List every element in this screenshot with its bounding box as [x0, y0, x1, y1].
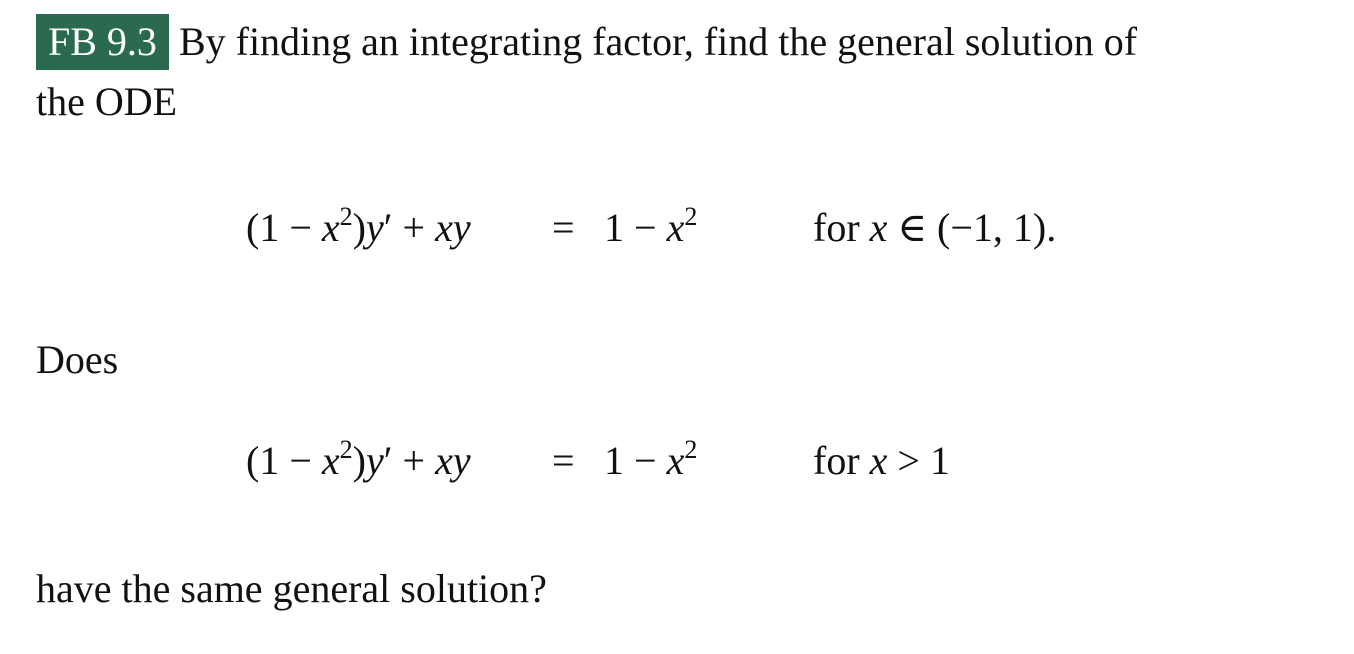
equation-1-lhs: (1 − x2)y′ + xy	[246, 202, 471, 251]
equation-2: (1 − x2)y′ + xy = 1 − x2 for x > 1	[246, 433, 1146, 493]
intro-text-line1: By finding an integrating factor, find t…	[178, 19, 1138, 64]
equation-2-lhs: (1 − x2)y′ + xy	[246, 435, 471, 484]
equation-1-equals: =	[552, 205, 575, 250]
equation-1-rhs: 1 − x2	[604, 202, 698, 251]
equation-1-condition: for x ∈ (−1, 1).	[813, 205, 1057, 250]
intro-text-line2: the ODE	[36, 79, 178, 124]
problem-header: FB 9.3 By finding an integrating factor, …	[36, 14, 1137, 70]
equation-1: (1 − x2)y′ + xy = 1 − x2 for x ∈ (−1, 1)…	[246, 200, 1146, 260]
closing-text: have the same general solution?	[36, 566, 547, 611]
middle-text: Does	[36, 337, 119, 382]
equation-2-condition: for x > 1	[813, 438, 950, 483]
equation-2-equals: =	[552, 438, 575, 483]
equation-2-rhs: 1 − x2	[604, 435, 698, 484]
problem-number-badge: FB 9.3	[36, 14, 169, 70]
